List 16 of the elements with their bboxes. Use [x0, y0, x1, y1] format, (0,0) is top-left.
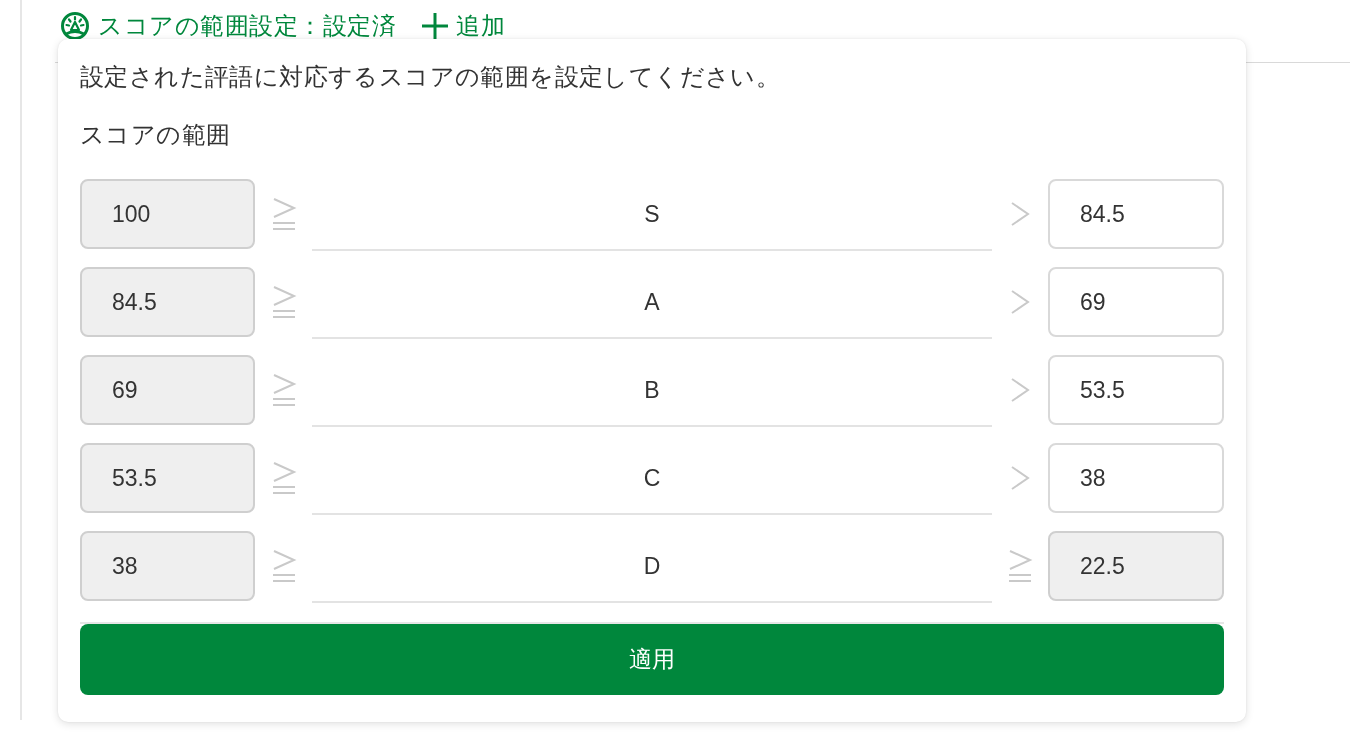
lower-score-field[interactable]: 84.5	[1048, 179, 1224, 249]
lower-score-field[interactable]: 53.5	[1048, 355, 1224, 425]
lower-score-field[interactable]: 38	[1048, 443, 1224, 513]
description-text: 設定された評語に対応するスコアの範囲を設定してください。	[80, 62, 782, 92]
section-label: スコアの範囲	[80, 120, 232, 150]
score-range-toggle[interactable]: スコアの範囲設定：設定済	[61, 11, 396, 41]
grade-field[interactable]: C	[312, 443, 992, 515]
grade-field[interactable]: S	[312, 179, 992, 251]
gauge-icon	[61, 12, 89, 40]
apply-button[interactable]: 適用	[80, 624, 1224, 695]
add-button[interactable]: 追加	[406, 11, 505, 41]
grade-field[interactable]: A	[312, 267, 992, 339]
grade-field[interactable]: D	[312, 531, 992, 603]
lower-score-field[interactable]: 69	[1048, 267, 1224, 337]
grade-field[interactable]: B	[312, 355, 992, 427]
plus-icon	[422, 13, 448, 39]
